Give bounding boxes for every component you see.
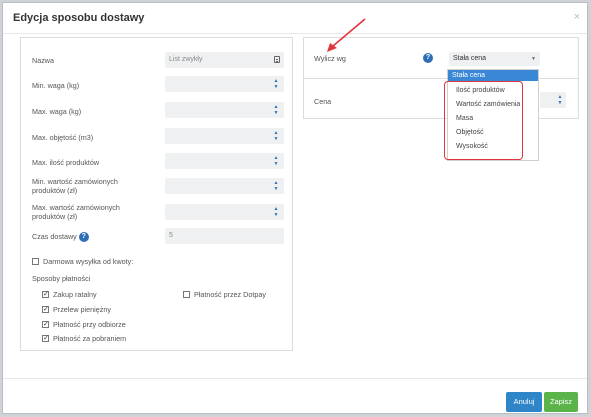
footer-divider <box>3 378 587 379</box>
cancel-button[interactable]: Anuluj <box>506 392 542 412</box>
annotation-arrow <box>327 18 366 52</box>
edit-delivery-dialog: Edycja sposobu dostawy × Nazwa List zwyk… <box>2 2 588 414</box>
save-button[interactable]: Zapisz <box>544 392 578 412</box>
